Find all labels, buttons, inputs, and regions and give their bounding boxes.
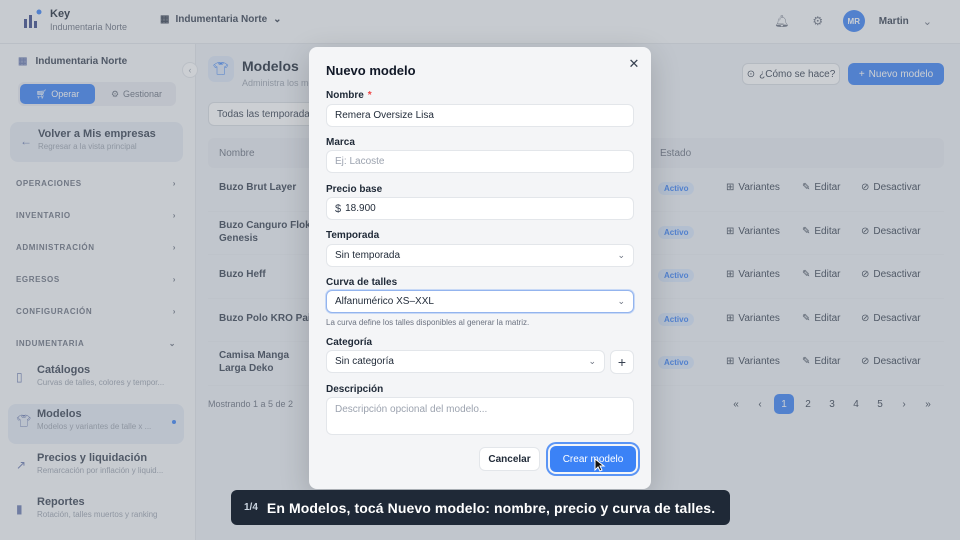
plus-icon: + — [617, 354, 627, 370]
create-model-button[interactable]: Crear modelo — [550, 446, 636, 472]
nombre-label-text: Nombre — [326, 90, 364, 101]
descripcion-placeholder: Descripción opcional del modelo... — [335, 404, 488, 415]
categoria-value: Sin categoría — [335, 356, 394, 367]
marca-placeholder: Ej: Lacoste — [335, 156, 385, 167]
precio-input[interactable]: $18.900 — [326, 197, 634, 220]
nombre-input[interactable]: Remera Oversize Lisa — [326, 104, 634, 127]
curva-select[interactable]: Alfanumérico XS–XXL ⌄ — [326, 290, 634, 313]
caption-text: En Modelos, tocá Nuevo modelo: nombre, p… — [266, 499, 716, 516]
new-model-dialog: Nuevo modelo ✕ Nombre * Remera Oversize L… — [309, 47, 651, 489]
dialog-title: Nuevo modelo — [326, 63, 416, 78]
chevron-down-icon: ⌄ — [617, 296, 625, 306]
descripcion-label: Descripción — [326, 384, 384, 395]
categoria-select[interactable]: Sin categoría ⌄ — [326, 350, 605, 373]
descripcion-textarea[interactable]: Descripción opcional del modelo... — [326, 397, 634, 435]
tutorial-caption: 1/4 En Modelos, tocá Nuevo modelo: nombr… — [231, 490, 730, 525]
curva-value: Alfanumérico XS–XXL — [335, 296, 434, 307]
categoria-label: Categoría — [326, 337, 373, 348]
required-mark: * — [367, 90, 372, 101]
chevron-down-icon: ⌄ — [617, 250, 625, 260]
temporada-value: Sin temporada — [335, 250, 401, 261]
temporada-label: Temporada — [326, 230, 380, 241]
nombre-label: Nombre * — [326, 90, 372, 101]
chevron-down-icon: ⌄ — [588, 356, 596, 366]
curva-hint: La curva define los talles disponibles a… — [326, 318, 530, 327]
precio-label: Precio base — [326, 184, 383, 195]
precio-value: 18.900 — [345, 203, 376, 214]
add-category-button[interactable]: + — [610, 350, 634, 374]
temporada-select[interactable]: Sin temporada ⌄ — [326, 244, 634, 267]
caption-step: 1/4 — [244, 502, 258, 513]
marca-input[interactable]: Ej: Lacoste — [326, 150, 634, 173]
cancel-button[interactable]: Cancelar — [479, 447, 540, 471]
mouse-cursor-icon — [594, 458, 606, 472]
curva-label: Curva de talles — [326, 277, 398, 288]
close-icon[interactable]: ✕ — [627, 56, 641, 71]
marca-label: Marca — [326, 137, 355, 148]
nombre-value: Remera Oversize Lisa — [335, 110, 434, 121]
currency-symbol: $ — [335, 202, 342, 215]
